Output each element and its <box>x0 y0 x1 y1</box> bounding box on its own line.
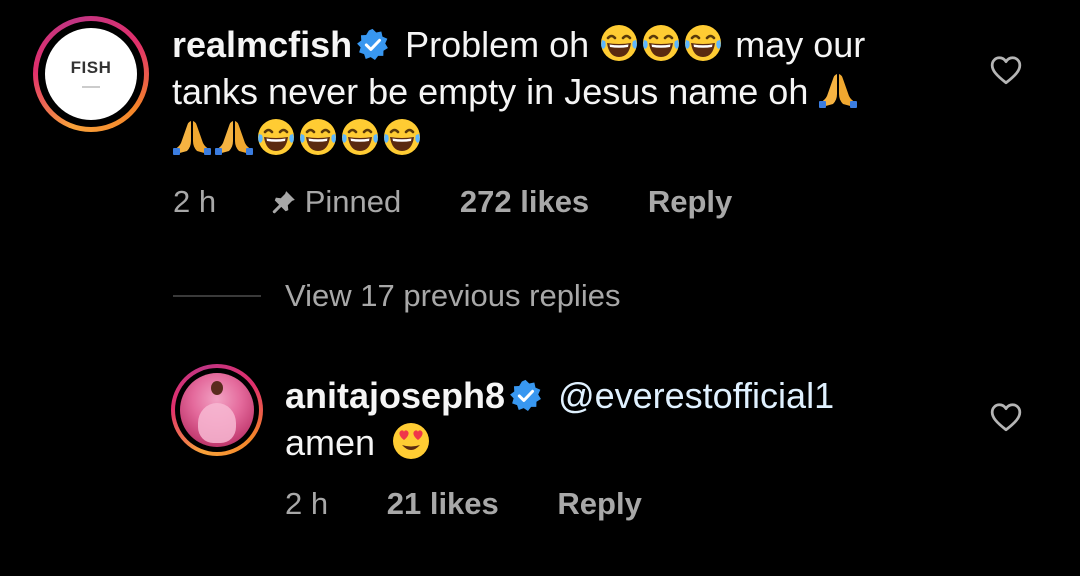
verified-badge-icon <box>509 379 542 412</box>
comment-body: realmcfish Problem oh may our tanks neve… <box>172 21 962 162</box>
love-emoji-icon <box>391 421 431 461</box>
comment-text-part1: Problem oh <box>405 24 590 65</box>
laugh-emoji-icon <box>683 23 723 63</box>
laugh-emoji-icon <box>382 117 422 157</box>
mention-link[interactable]: @everestofficial1 <box>558 375 834 416</box>
avatar-logo-text: FISH <box>70 58 112 77</box>
laugh-emoji-icon <box>298 117 338 157</box>
avatar-photo <box>180 373 254 447</box>
reply-username[interactable]: anitajoseph8 <box>285 375 505 416</box>
view-replies-button[interactable]: View 17 previous replies <box>285 278 620 314</box>
verified-badge-icon <box>356 28 389 61</box>
comment-text-part3: tanks never be empty in Jesus name oh <box>172 71 809 112</box>
pray-emoji-icon <box>214 117 254 157</box>
avatar[interactable] <box>171 364 263 456</box>
emoji-group-laugh <box>599 24 725 65</box>
reply-body: anitajoseph8 @everestofficial1 amen <box>285 372 965 466</box>
reply-button[interactable]: Reply <box>648 184 732 219</box>
comment-likes[interactable]: 272 likes <box>460 184 589 219</box>
emoji-row <box>172 118 424 159</box>
avatar[interactable]: FISH <box>33 16 149 132</box>
reply-text: amen <box>285 422 376 463</box>
pinned-label: Pinned <box>304 184 402 219</box>
laugh-emoji-icon <box>340 117 380 157</box>
reply-button[interactable]: Reply <box>557 486 641 521</box>
heart-outline-icon[interactable] <box>989 53 1023 87</box>
pray-emoji-icon <box>818 70 858 110</box>
comment-time: 2 h <box>173 184 217 219</box>
comment-username[interactable]: realmcfish <box>172 24 352 65</box>
pin-icon <box>272 191 295 214</box>
laugh-emoji-icon <box>599 23 639 63</box>
replies-divider <box>173 295 261 297</box>
reply-meta: 2 h 21 likes Reply <box>285 486 642 522</box>
reply-likes[interactable]: 21 likes <box>387 486 499 521</box>
pray-emoji-icon <box>172 117 212 157</box>
comment-meta: 2 h Pinned 272 likes Reply <box>173 184 732 220</box>
reply-time: 2 h <box>285 486 329 521</box>
laugh-emoji-icon <box>256 117 296 157</box>
pinned-indicator: Pinned <box>271 184 410 219</box>
heart-outline-icon[interactable] <box>989 400 1023 434</box>
laugh-emoji-icon <box>641 23 681 63</box>
comment-text-part2: may our <box>735 24 866 65</box>
